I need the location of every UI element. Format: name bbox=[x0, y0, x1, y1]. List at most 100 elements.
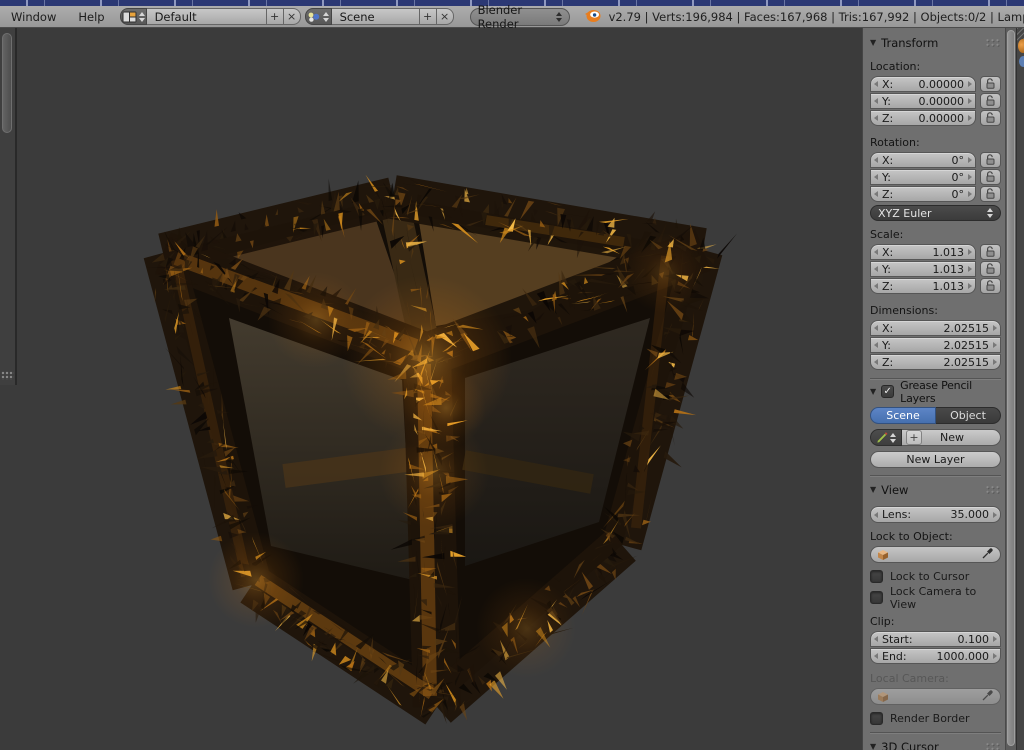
checkbox-icon[interactable] bbox=[870, 570, 883, 583]
rotation-x-field[interactable]: X:0° bbox=[870, 152, 976, 168]
scale-fields: X:1.013 Y:1.013 Z:1.013 bbox=[870, 244, 1001, 294]
grease-pencil-checkbox[interactable]: ✓ bbox=[881, 385, 894, 398]
stepper-left-icon[interactable] bbox=[874, 342, 878, 348]
scene-browse-button[interactable] bbox=[305, 8, 332, 25]
scale-z-field[interactable]: Z:1.013 bbox=[870, 278, 976, 294]
scene-add-button[interactable]: + bbox=[420, 8, 437, 25]
stepper-right-icon[interactable] bbox=[993, 653, 997, 659]
stepper-left-icon[interactable] bbox=[874, 512, 878, 518]
clip-end-field[interactable]: End:1000.000 bbox=[870, 648, 1001, 664]
lock-object-picker[interactable] bbox=[870, 546, 1001, 563]
stepper-right-icon[interactable] bbox=[968, 266, 972, 272]
stepper-right-icon[interactable] bbox=[968, 98, 972, 104]
grease-pencil-data-button[interactable] bbox=[870, 429, 902, 446]
stepper-right-icon[interactable] bbox=[993, 325, 997, 331]
rotation-mode-dropdown[interactable]: XYZ Euler bbox=[870, 205, 1001, 221]
stepper-left-icon[interactable] bbox=[874, 98, 878, 104]
stepper-left-icon[interactable] bbox=[874, 266, 878, 272]
scene-close-button[interactable]: × bbox=[437, 8, 454, 25]
clip-start-field[interactable]: Start:0.100 bbox=[870, 631, 1001, 647]
panel-grip-icon[interactable] bbox=[985, 742, 1001, 750]
panel-grip-icon[interactable] bbox=[985, 485, 1001, 494]
layout-add-button[interactable]: + bbox=[267, 8, 284, 25]
stepper-right-icon[interactable] bbox=[968, 157, 972, 163]
stepper-left-icon[interactable] bbox=[874, 249, 878, 255]
stepper-left-icon[interactable] bbox=[874, 653, 878, 659]
lock-button[interactable] bbox=[980, 76, 1001, 92]
layout-browse-button[interactable] bbox=[120, 8, 147, 25]
stepper-left-icon[interactable] bbox=[874, 174, 878, 180]
render-border-row[interactable]: Render Border bbox=[870, 711, 1001, 726]
panel-scrollbar-track[interactable] bbox=[1005, 28, 1016, 750]
lock-button[interactable] bbox=[980, 261, 1001, 277]
dimensions-y-field[interactable]: Y:2.02515 bbox=[870, 337, 1001, 353]
stepper-left-icon[interactable] bbox=[874, 359, 878, 365]
stepper-right-icon[interactable] bbox=[968, 81, 972, 87]
stepper-left-icon[interactable] bbox=[874, 157, 878, 163]
lock-button[interactable] bbox=[980, 169, 1001, 185]
rotation-y-field[interactable]: Y:0° bbox=[870, 169, 976, 185]
rotation-z-field[interactable]: Z:0° bbox=[870, 186, 976, 202]
scene-name-field[interactable]: Scene bbox=[332, 8, 420, 25]
eyedropper-icon[interactable] bbox=[982, 689, 994, 704]
layout-name-field[interactable]: Default bbox=[147, 8, 267, 25]
grease-new-button[interactable]: + New bbox=[902, 429, 1001, 446]
stepper-right-icon[interactable] bbox=[968, 191, 972, 197]
lock-button[interactable] bbox=[980, 93, 1001, 109]
tab-object[interactable]: Object bbox=[936, 407, 1001, 424]
view-panel-header[interactable]: ▼ View bbox=[870, 482, 1001, 497]
stepper-right-icon[interactable] bbox=[968, 249, 972, 255]
collapse-arrow-icon[interactable]: ▼ bbox=[870, 387, 876, 396]
lock-camera-row[interactable]: Lock Camera to View bbox=[870, 590, 1001, 605]
scale-y-field[interactable]: Y:1.013 bbox=[870, 261, 976, 277]
cursor-panel-header[interactable]: ▼ 3D Cursor bbox=[870, 739, 1001, 750]
dimensions-x-field[interactable]: X:2.02515 bbox=[870, 320, 1001, 336]
dimensions-z-field[interactable]: Z:2.02515 bbox=[870, 354, 1001, 370]
lock-button[interactable] bbox=[980, 186, 1001, 202]
stepper-left-icon[interactable] bbox=[874, 636, 878, 642]
panel-scrollbar-thumb[interactable] bbox=[1007, 30, 1015, 746]
collapse-arrow-icon[interactable]: ▼ bbox=[870, 742, 876, 750]
local-camera-picker[interactable] bbox=[870, 688, 1001, 705]
stepper-right-icon[interactable] bbox=[993, 359, 997, 365]
3d-viewport[interactable]: ▼ Transform Location: X:0.00000 Y:0.0000… bbox=[0, 28, 1024, 750]
layout-close-button[interactable]: × bbox=[284, 8, 301, 25]
grease-pencil-panel-header[interactable]: ▼ ✓ Grease Pencil Layers bbox=[870, 384, 1001, 399]
menu-help[interactable]: Help bbox=[67, 10, 115, 24]
stepper-left-icon[interactable] bbox=[874, 325, 878, 331]
menu-window[interactable]: Window bbox=[0, 10, 67, 24]
panel-grip-icon[interactable] bbox=[985, 38, 1001, 47]
checkbox-icon[interactable] bbox=[870, 591, 883, 604]
stepper-left-icon[interactable] bbox=[874, 81, 878, 87]
collapse-arrow-icon[interactable]: ▼ bbox=[870, 485, 876, 494]
collapse-arrow-icon[interactable]: ▼ bbox=[870, 38, 876, 47]
eyedropper-icon[interactable] bbox=[982, 547, 994, 562]
stepper-right-icon[interactable] bbox=[993, 512, 997, 518]
stepper-left-icon[interactable] bbox=[874, 283, 878, 289]
stepper-right-icon[interactable] bbox=[993, 342, 997, 348]
stepper-right-icon[interactable] bbox=[968, 174, 972, 180]
location-x-field[interactable]: X:0.00000 bbox=[870, 76, 976, 92]
lens-field[interactable]: Lens: 35.000 bbox=[870, 506, 1001, 523]
lock-button[interactable] bbox=[980, 110, 1001, 126]
unlock-icon bbox=[985, 171, 996, 183]
stepper-left-icon[interactable] bbox=[874, 191, 878, 197]
lock-button[interactable] bbox=[980, 244, 1001, 260]
lock-button[interactable] bbox=[980, 278, 1001, 294]
toolshelf-scrollbar[interactable] bbox=[2, 33, 12, 133]
stepper-right-icon[interactable] bbox=[993, 636, 997, 642]
stepper-right-icon[interactable] bbox=[968, 115, 972, 121]
location-y-field[interactable]: Y:0.00000 bbox=[870, 93, 976, 109]
region-grip-icon[interactable] bbox=[1, 371, 14, 380]
render-engine-dropdown[interactable]: Blender Render bbox=[470, 8, 570, 26]
location-z-field[interactable]: Z:0.00000 bbox=[870, 110, 976, 126]
lock-to-cursor-row[interactable]: Lock to Cursor bbox=[870, 569, 1001, 584]
stepper-left-icon[interactable] bbox=[874, 115, 878, 121]
tab-scene[interactable]: Scene bbox=[870, 407, 936, 424]
scale-x-field[interactable]: X:1.013 bbox=[870, 244, 976, 260]
transform-panel-header[interactable]: ▼ Transform bbox=[870, 35, 1001, 50]
checkbox-icon[interactable] bbox=[870, 712, 883, 725]
lock-button[interactable] bbox=[980, 152, 1001, 168]
new-layer-button[interactable]: New Layer bbox=[870, 451, 1001, 468]
stepper-right-icon[interactable] bbox=[968, 283, 972, 289]
